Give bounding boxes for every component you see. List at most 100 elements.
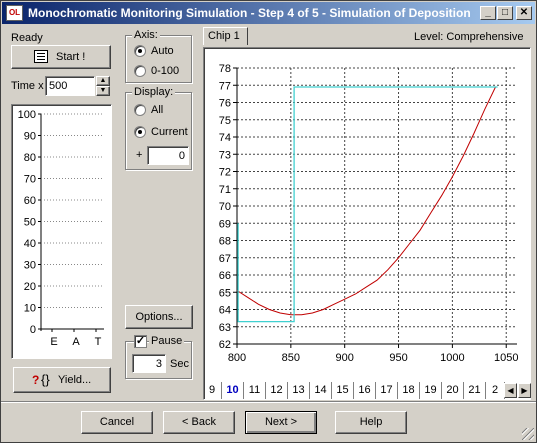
display-all-radio[interactable]: [134, 104, 146, 116]
gauge-tick-label: 70: [24, 174, 36, 186]
axis-auto-label: Auto: [151, 45, 174, 57]
page-tab-19[interactable]: 19: [420, 382, 442, 399]
gauge-tick-label: 60: [24, 195, 36, 207]
time-input[interactable]: 500: [45, 76, 95, 96]
gauge-tick-label: 20: [24, 281, 36, 293]
help-button[interactable]: Help: [335, 411, 407, 434]
chart-xtick-label: 850: [282, 352, 300, 364]
gauge-tick-label: 30: [24, 260, 36, 272]
brace-icon: {}: [41, 372, 50, 387]
gauge-col-label: E: [50, 336, 57, 348]
resize-grip-icon[interactable]: [522, 428, 534, 440]
status-text: Ready: [11, 32, 43, 44]
plus-input[interactable]: 0: [147, 146, 189, 165]
gauge-tick-label: 10: [24, 303, 36, 315]
time-label: Time x: [11, 80, 44, 92]
chart-area: 62 63 64 65 66 67 68 69 70 71 72 73 74 75 76 77 78 800 850…: [203, 47, 531, 400]
options-button[interactable]: Options...: [125, 305, 193, 329]
tab-chip-1[interactable]: Chip 1: [203, 27, 248, 45]
gauge-tick-label: 50: [24, 217, 36, 229]
axis-auto-radio[interactable]: [134, 45, 146, 57]
page-tab-17[interactable]: 17: [376, 382, 398, 399]
axis-0-100-radio[interactable]: [134, 65, 146, 77]
gauge-tick-label: 0: [30, 324, 36, 336]
chart-ytick-label: 64: [219, 305, 231, 317]
scroll-right-button[interactable]: ▶: [518, 383, 531, 398]
chart-ytick-label: 75: [219, 115, 231, 127]
title-bar[interactable]: OL Monochromatic Monitoring Simulation -…: [2, 2, 535, 24]
page-tab-12[interactable]: 12: [266, 382, 288, 399]
chart-ytick-label: 71: [219, 184, 231, 196]
chart-svg: 62 63 64 65 66 67 68 69 70 71 72 73 74 75 76 77 78 800 850…: [219, 63, 519, 364]
app-icon: OL: [6, 5, 23, 21]
start-button[interactable]: Start !: [11, 45, 111, 69]
gauge-col-label: T: [95, 336, 102, 348]
axis-0-100-label: 0-100: [151, 65, 180, 77]
next-button[interactable]: Next >: [245, 411, 317, 434]
tab-chip-1-label: Chip 1: [208, 30, 240, 42]
time-value: 500: [49, 80, 68, 92]
page-tab-11[interactable]: 11: [244, 382, 266, 399]
back-button[interactable]: < Back: [163, 411, 235, 434]
plus-label: +: [136, 149, 143, 161]
chart-ytick-label: 67: [219, 253, 231, 265]
bottom-separator: [1, 401, 536, 403]
yield-label: Yield...: [58, 374, 92, 386]
yield-icon: ?: [32, 373, 40, 387]
pause-checkbox[interactable]: ✓: [134, 335, 147, 348]
chart-ytick-label: 68: [219, 236, 231, 248]
chart-ytick-label: 65: [219, 287, 231, 299]
gauge-col-label: A: [72, 336, 80, 348]
display-all-label: All: [151, 104, 164, 116]
display-current-radio[interactable]: [134, 126, 146, 138]
level-text: Level: Comprehensive: [414, 31, 524, 43]
page-tab-20[interactable]: 20: [442, 382, 464, 399]
page-tab-14[interactable]: 14: [310, 382, 332, 399]
chart-ytick-label: 73: [219, 149, 231, 161]
yield-button[interactable]: ? {} Yield...: [13, 367, 111, 393]
start-icon: [34, 50, 48, 63]
chart-ytick-label: 72: [219, 167, 231, 179]
sec-label: Sec: [170, 358, 189, 370]
page-tab-13[interactable]: 13: [288, 382, 310, 399]
chart-xtick-label: 1000: [440, 352, 464, 364]
pause-label: Pause: [149, 335, 185, 347]
pause-seconds-value: 3: [155, 358, 162, 370]
chart-ytick-label: 70: [219, 201, 231, 213]
chart-xtick-label: 950: [389, 352, 407, 364]
chart-ytick-label: 63: [219, 322, 231, 334]
chart-xtick-label: 1050: [494, 352, 518, 364]
chart-xtick-label: 800: [228, 352, 246, 364]
window-title: Monochromatic Monitoring Simulation - St…: [28, 6, 471, 20]
minimize-button[interactable]: _: [480, 6, 496, 20]
start-label: Start !: [56, 51, 86, 63]
yield-gauge: 100 90 80 70 60 50 40 30 20 10 0 E A T: [11, 104, 112, 359]
page-tab-9[interactable]: 9: [203, 382, 222, 399]
page-tab-2[interactable]: 2: [486, 382, 505, 399]
spin-down-button[interactable]: ▼: [96, 86, 110, 96]
page-tab-16[interactable]: 16: [354, 382, 376, 399]
display-current-label: Current: [151, 126, 188, 138]
chart-ytick-label: 77: [219, 80, 231, 92]
page-tab-18[interactable]: 18: [398, 382, 420, 399]
page-tab-10[interactable]: 10: [222, 382, 244, 399]
chart-ytick-label: 74: [219, 132, 231, 144]
display-legend: Display:: [132, 86, 176, 98]
close-button[interactable]: ✕: [516, 6, 532, 20]
chart-ytick-label: 76: [219, 98, 231, 110]
pause-seconds-input[interactable]: 3: [132, 354, 166, 373]
chart-ytick-label: 66: [219, 270, 231, 282]
spin-up-button[interactable]: ▲: [96, 76, 110, 86]
cancel-button[interactable]: Cancel: [81, 411, 153, 434]
scroll-left-button[interactable]: ◀: [504, 383, 517, 398]
maximize-button[interactable]: □: [497, 6, 513, 20]
chart-ytick-label: 62: [219, 339, 231, 351]
chart-ytick-label: 78: [219, 63, 231, 75]
page-tab-15[interactable]: 15: [332, 382, 354, 399]
chart-ytick-label: 69: [219, 218, 231, 230]
gauge-tick-label: 90: [24, 131, 36, 143]
page-tab-21[interactable]: 21: [464, 382, 486, 399]
axis-legend: Axis:: [132, 29, 160, 41]
main-window: OL Monochromatic Monitoring Simulation -…: [0, 0, 537, 443]
gauge-tick-label: 40: [24, 238, 36, 250]
